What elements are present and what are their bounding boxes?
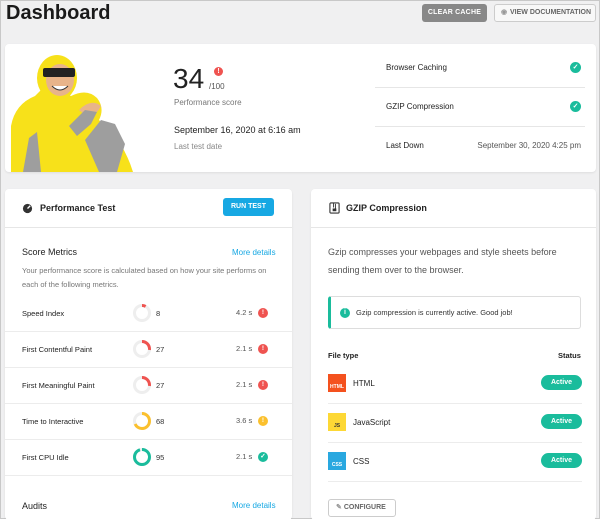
css-file-icon: CSS	[328, 452, 346, 470]
file-type-name: CSS	[353, 457, 370, 466]
status-badge: Active	[541, 453, 582, 468]
metric-time: 2.1 s	[236, 452, 253, 461]
status-column-header: Status	[558, 351, 581, 360]
view-documentation-button[interactable]: ◉ VIEW DOCUMENTATION	[494, 4, 596, 22]
check-icon: ✓	[570, 101, 581, 112]
metric-score-gauge	[133, 340, 151, 358]
last-test-date-value: September 16, 2020 at 6:16 am	[174, 125, 301, 135]
metric-time: 4.2 s	[236, 308, 253, 317]
run-test-button[interactable]: RUN TEST	[223, 198, 274, 216]
metric-score: 95	[156, 453, 165, 462]
status-badge: Active	[541, 414, 582, 429]
metric-score-gauge	[133, 304, 151, 322]
gzip-title: GZIP Compression	[346, 203, 427, 213]
score-warning-icon: !	[214, 67, 223, 76]
performance-score-label: Performance score	[174, 98, 242, 107]
warning-icon: !	[258, 416, 268, 426]
gzip-description: Gzip compresses your webpages and style …	[328, 247, 557, 275]
gzip-compression-card: GZIP Compression Gzip compresses your we…	[311, 189, 596, 519]
status-badge: Active	[541, 375, 582, 390]
summary-row-label: Browser Caching	[386, 63, 447, 72]
page-title: Dashboard	[6, 2, 111, 24]
performance-score-denominator: /100	[209, 82, 225, 91]
metric-row: Speed Index 8 4.2 s!	[5, 296, 292, 332]
gzip-archive-icon	[329, 202, 340, 214]
file-type-column-header: File type	[328, 351, 359, 360]
file-type-row-html: HTML HTML Active	[328, 365, 582, 404]
check-icon: ✓	[570, 62, 581, 73]
file-type-name: JavaScript	[353, 418, 391, 427]
page-header: Dashboard CLEAR CACHE ◉ VIEW DOCUMENTATIO…	[1, 1, 599, 37]
metric-time: 2.1 s	[236, 344, 253, 353]
score-metrics-title: Score Metrics	[22, 247, 78, 257]
check-icon: ✓	[258, 452, 268, 462]
divider	[311, 227, 596, 228]
metric-score-gauge	[133, 448, 151, 466]
audits-title: Audits	[22, 501, 48, 511]
metric-name: First Meaningful Paint	[22, 381, 95, 390]
file-type-name: HTML	[353, 379, 375, 388]
file-type-row-javascript: JS JavaScript Active	[328, 404, 582, 443]
performance-score-value: 34	[173, 63, 205, 94]
summary-row-label: Last Down	[386, 141, 424, 150]
performance-test-title: Performance Test	[40, 203, 116, 213]
last-down-value: September 30, 2020 4:25 pm	[477, 141, 581, 150]
info-icon: i	[340, 308, 350, 318]
metric-row: Time to Interactive 68 3.6 s!	[5, 404, 292, 440]
metric-score: 27	[156, 345, 165, 354]
metric-name: First Contentful Paint	[22, 345, 93, 354]
metric-score: 68	[156, 417, 165, 426]
eye-icon: ◉	[501, 9, 508, 16]
summary-row-label: GZIP Compression	[386, 102, 454, 111]
metric-score: 27	[156, 381, 165, 390]
metric-score-gauge	[133, 412, 151, 430]
summary-row-browser-caching: Browser Caching ✓	[375, 49, 585, 88]
file-type-row-css: CSS CSS Active	[328, 443, 582, 482]
metric-row: First CPU Idle 95 2.1 s ✓	[5, 440, 292, 476]
configure-button[interactable]: ✎ CONFIGURE	[328, 499, 396, 517]
mascot-illustration	[11, 55, 133, 172]
score-metrics-description: Your performance score is calculated bas…	[22, 266, 267, 289]
metric-name: First CPU Idle	[22, 453, 69, 462]
metric-time: 2.1 s	[236, 380, 253, 389]
divider	[5, 227, 292, 228]
performance-test-card: Performance Test RUN TEST Score Metrics …	[5, 189, 292, 519]
warning-icon: !	[258, 380, 268, 390]
warning-icon: !	[258, 344, 268, 354]
view-documentation-label: VIEW DOCUMENTATION	[510, 9, 592, 16]
summary-row-last-down: Last Down September 30, 2020 4:25 pm	[375, 127, 585, 166]
metric-score-gauge	[133, 376, 151, 394]
performance-gauge-icon	[22, 203, 33, 214]
clear-cache-button[interactable]: CLEAR CACHE	[422, 4, 487, 22]
configure-label: CONFIGURE	[343, 504, 386, 511]
gzip-active-notice: i Gzip compression is currently active. …	[328, 296, 581, 329]
gzip-notice-text: Gzip compression is currently active. Go…	[356, 308, 513, 317]
audits-more-details-link[interactable]: More details	[232, 501, 276, 510]
metric-row: First Contentful Paint 27 2.1 s!	[5, 332, 292, 368]
metric-row: First Meaningful Paint 27 2.1 s!	[5, 368, 292, 404]
javascript-file-icon: JS	[328, 413, 346, 431]
summary-row-gzip-compression: GZIP Compression ✓	[375, 88, 585, 127]
metric-score: 8	[156, 309, 161, 318]
metric-time: 3.6 s	[236, 416, 253, 425]
last-test-date-label: Last test date	[174, 142, 223, 151]
metric-name: Time to Interactive	[22, 417, 84, 426]
wrench-icon: ✎	[336, 504, 342, 511]
metric-name: Speed Index	[22, 309, 65, 318]
score-metrics-more-details-link[interactable]: More details	[232, 248, 276, 257]
warning-icon: !	[258, 308, 268, 318]
html-file-icon: HTML	[328, 374, 346, 392]
